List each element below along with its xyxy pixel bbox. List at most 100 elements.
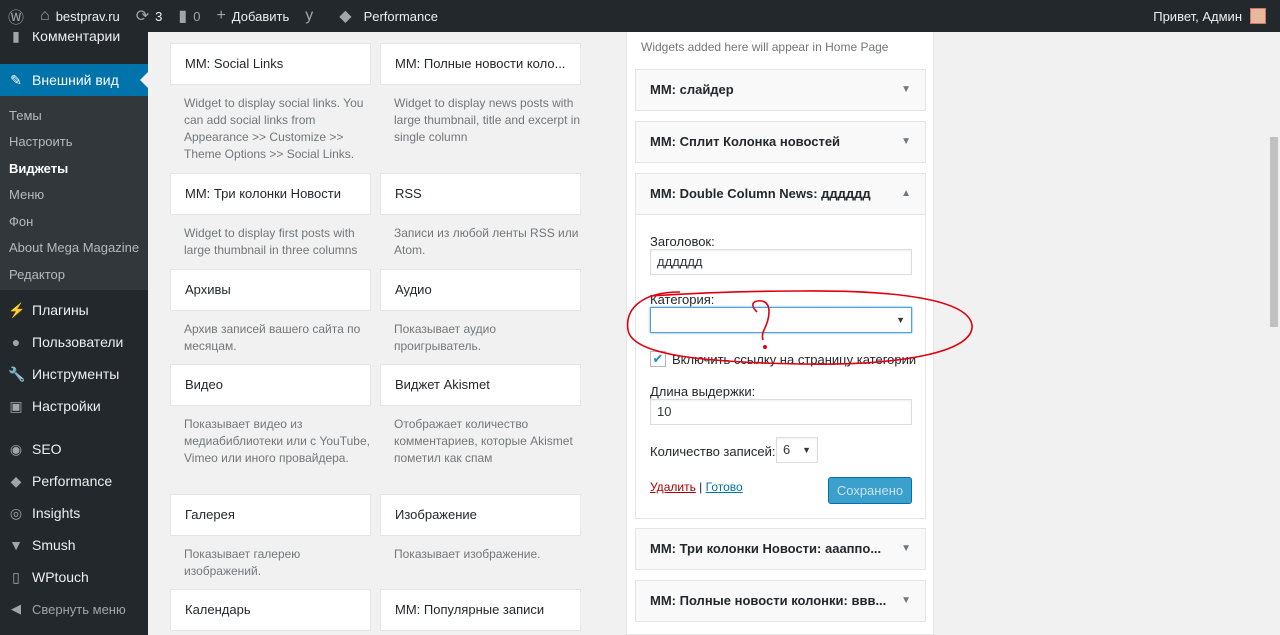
widget-card[interactable]: Виджет Akismet xyxy=(380,364,581,406)
home-page-sidebar: Widgets added here will appear in Home P… xyxy=(626,32,934,635)
chevron-down-icon: ▼ xyxy=(802,445,811,455)
smush-icon: ▼ xyxy=(9,537,23,553)
collapse-icon: ◀ xyxy=(11,601,21,616)
performance-button[interactable]: ◆ Performance xyxy=(331,0,446,32)
title-input[interactable]: дддддд xyxy=(650,249,912,275)
chevron-down-icon: ▼ xyxy=(896,315,905,325)
sidebar-item-label: Smush xyxy=(32,537,76,553)
appearance-submenu: Темы Настроить Виджеты Меню Фон About Me… xyxy=(0,96,148,290)
submenu-themes[interactable]: Темы xyxy=(9,108,42,123)
sidebar-item-label: Performance xyxy=(32,473,113,489)
widget-title: MM: Три колонки Новости: аааппо... xyxy=(650,541,882,556)
widget-description: Показывает изображение. xyxy=(394,547,541,561)
updates-count: 3 xyxy=(155,8,163,24)
widget-title: MM: Сплит Колонка новостей xyxy=(650,134,841,149)
submenu-menus[interactable]: Меню xyxy=(9,187,44,202)
add-label: Добавить xyxy=(231,8,290,24)
updates-link[interactable]: ⟳ 3 xyxy=(128,0,171,32)
sidebar-item-1[interactable]: ✎ Внешний вид xyxy=(0,64,148,96)
widget-card[interactable]: Аудио xyxy=(380,269,581,311)
sidebar-item-9[interactable]: ▼ Smush xyxy=(0,529,148,561)
sidebar-item-label: Внешний вид xyxy=(32,72,119,88)
sidebar-item-label: Инструменты xyxy=(32,366,120,382)
sidebar-item-11[interactable]: ◀ Свернуть меню xyxy=(0,593,148,625)
site-link[interactable]: ⌂ bestprav.ru xyxy=(32,0,128,32)
arrow-down-icon[interactable]: ▼ xyxy=(901,122,911,162)
sidebar-item-label: Свернуть меню xyxy=(32,601,126,617)
submenu-widgets[interactable]: Виджеты xyxy=(9,161,68,176)
count-label: Количество записей: xyxy=(650,444,776,459)
sidebar-item-label: SEO xyxy=(32,441,62,457)
scrollbar-thumb[interactable] xyxy=(1270,137,1278,327)
widget-description: Widget to display social links. You can … xyxy=(184,96,364,161)
widget-card[interactable]: MM: Три колонки Новости xyxy=(170,173,371,215)
add-new-button[interactable]: + Добавить xyxy=(208,0,297,32)
sidebar-item-4[interactable]: 🔧 Инструменты xyxy=(0,358,148,390)
excerpt-input[interactable]: 10 xyxy=(650,399,912,425)
widget-three-column-news[interactable]: MM: Три колонки Новости: аааппо... ▼ xyxy=(635,528,926,570)
category-select[interactable]: ▼ xyxy=(650,307,912,333)
comments-count: 0 xyxy=(193,8,201,24)
settings-icon: ▣ xyxy=(9,397,23,414)
account-menu[interactable]: Привет, Админ xyxy=(1153,8,1280,24)
widget-description: Показывает видео из медиабиблиотеки или … xyxy=(184,417,370,465)
widget-card[interactable]: Архивы xyxy=(170,269,371,311)
arrow-down-icon[interactable]: ▼ xyxy=(901,70,911,110)
widget-card[interactable]: RSS xyxy=(380,173,581,215)
delete-link[interactable]: Удалить xyxy=(650,480,696,494)
excerpt-label: Длина выдержки: xyxy=(650,384,756,399)
category-link-option: ✔ Включить ссылку на страницу категории xyxy=(650,351,916,367)
comments-link[interactable]: ▮ 0 xyxy=(170,0,208,32)
sidebar-item-3[interactable]: ● Пользователи xyxy=(0,326,148,358)
phone-icon: ▯ xyxy=(12,568,20,585)
sidebar-item-2[interactable]: ⚡ Плагины xyxy=(0,294,148,326)
home-icon: ⌂ xyxy=(40,7,50,24)
count-select[interactable]: 6 ▼ xyxy=(776,437,818,463)
widget-card[interactable]: MM: Social Links xyxy=(170,43,371,85)
wp-logo-button[interactable]: Ⓦ xyxy=(0,0,32,32)
widget-card[interactable]: MM: Полные новости коло... xyxy=(380,43,581,85)
submenu-customize[interactable]: Настроить xyxy=(9,134,73,149)
avatar xyxy=(1250,8,1266,24)
user-icon: ● xyxy=(11,334,21,350)
widget-full-news-column[interactable]: MM: Полные новости колонки: ввв... ▼ xyxy=(635,580,926,622)
sidebar-item-label: WPtouch xyxy=(32,569,89,585)
category-link-label: Включить ссылку на страницу категории xyxy=(672,351,917,367)
done-link[interactable]: Готово xyxy=(706,480,743,494)
arrow-down-icon[interactable]: ▼ xyxy=(901,529,911,569)
widget-card[interactable]: Галерея xyxy=(170,494,371,536)
save-button[interactable]: Сохранено xyxy=(828,477,912,504)
sidebar-item-6[interactable]: ◉ SEO xyxy=(0,433,148,465)
widget-card[interactable]: Видео xyxy=(170,364,371,406)
sidebar-item-5[interactable]: ▣ Настройки xyxy=(0,390,148,422)
comment-icon: ▮ xyxy=(178,8,188,25)
brush-icon: ✎ xyxy=(10,71,22,88)
widget-slider[interactable]: MM: слайдер ▼ xyxy=(635,69,926,111)
submenu-editor[interactable]: Редактор xyxy=(9,267,65,282)
performance-icon: ◆ xyxy=(339,8,352,25)
widget-header[interactable]: MM: Double Column News: дддддд ▲ xyxy=(635,173,926,215)
widget-card[interactable]: MM: Популярные записи xyxy=(380,589,581,631)
title-label: Заголовок: xyxy=(650,234,715,249)
widget-card[interactable]: Календарь xyxy=(170,589,371,631)
widget-description: Записи из любой ленты RSS или Atom. xyxy=(394,226,579,257)
arrow-up-icon[interactable]: ▲ xyxy=(901,174,911,214)
widget-card[interactable]: Изображение xyxy=(380,494,581,536)
widget-description: Widget to display news posts with large … xyxy=(394,96,581,144)
admin-sidebar: Темы Настроить Виджеты Меню Фон About Me… xyxy=(0,28,148,635)
sidebar-item-8[interactable]: ◎ Insights xyxy=(0,497,148,529)
count-value: 6 xyxy=(783,442,791,457)
sidebar-item-7[interactable]: ◆ Performance xyxy=(0,465,148,497)
widget-split-column[interactable]: MM: Сплит Колонка новостей ▼ xyxy=(635,121,926,163)
widget-title: MM: Полные новости колонки: ввв... xyxy=(650,593,887,608)
sidebar-item-label: Настройки xyxy=(32,398,101,414)
sidebar-item-label: Плагины xyxy=(32,302,89,318)
submenu-about[interactable]: About Mega Magazine xyxy=(9,240,139,255)
arrow-down-icon[interactable]: ▼ xyxy=(901,581,911,621)
category-link-checkbox[interactable]: ✔ xyxy=(650,351,666,367)
performance-icon: ◆ xyxy=(10,472,22,489)
scrollbar[interactable] xyxy=(1268,32,1280,635)
submenu-background[interactable]: Фон xyxy=(9,214,33,229)
sidebar-item-10[interactable]: ▯ WPtouch xyxy=(0,561,148,593)
yoast-button[interactable]: y xyxy=(297,0,321,32)
